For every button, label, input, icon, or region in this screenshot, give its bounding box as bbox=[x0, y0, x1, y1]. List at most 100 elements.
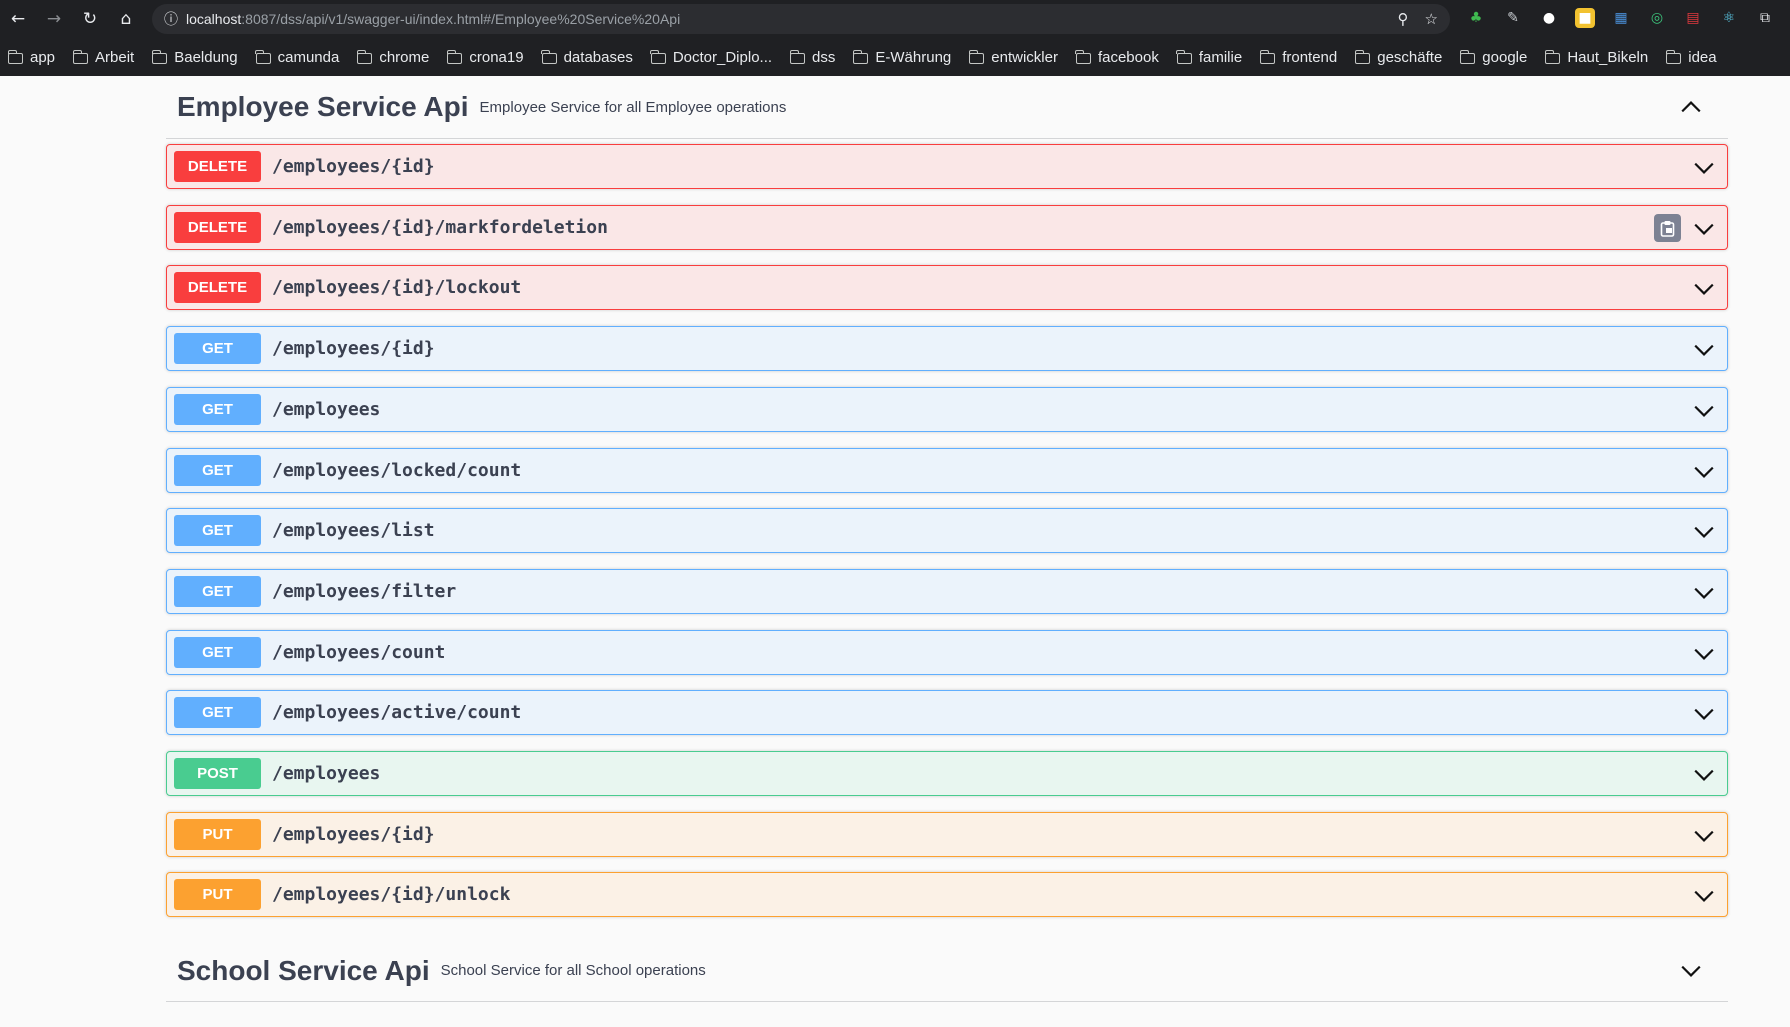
bookmark-folder[interactable]: crona19 bbox=[446, 49, 524, 66]
bookmark-folder[interactable]: E-Währung bbox=[852, 49, 951, 66]
bookmark-label: chrome bbox=[379, 48, 430, 66]
bookmark-label: Doctor_Diplo... bbox=[672, 48, 773, 66]
bookmark-star-icon[interactable]: ☆ bbox=[1425, 10, 1438, 28]
bookmark-folder[interactable]: facebook bbox=[1075, 48, 1159, 66]
operation-row[interactable]: DELETE/employees/{id} bbox=[166, 144, 1728, 189]
extension-leaf-icon[interactable]: ♣ bbox=[1466, 8, 1486, 28]
extension-red-icon[interactable]: ▤ bbox=[1683, 8, 1703, 28]
url-path: :8087/dss/api/v1/swagger-ui/index.html#/… bbox=[241, 11, 681, 27]
folder-icon bbox=[1075, 49, 1091, 64]
back-icon[interactable]: ← bbox=[0, 0, 36, 38]
expand-chevron-icon[interactable] bbox=[1693, 218, 1715, 240]
expand-chevron-icon[interactable] bbox=[1680, 960, 1702, 982]
bookmark-folder[interactable]: Arbeit bbox=[72, 49, 134, 66]
expand-chevron-icon[interactable] bbox=[1693, 703, 1715, 725]
reload-icon[interactable]: ↻ bbox=[72, 0, 108, 38]
folder-icon bbox=[1544, 49, 1561, 64]
bookmark-folder[interactable]: Baeldung bbox=[151, 48, 238, 66]
home-icon[interactable]: ⌂ bbox=[108, 0, 144, 38]
extension-target-icon[interactable]: ◎ bbox=[1647, 8, 1667, 28]
http-method-badge: GET bbox=[174, 637, 261, 668]
folder-icon bbox=[151, 49, 168, 64]
bookmark-folder[interactable]: Doctor_Diplo... bbox=[650, 48, 773, 66]
expand-chevron-icon[interactable] bbox=[1693, 885, 1715, 907]
endpoint-path: /employees/{id} bbox=[272, 156, 435, 177]
forward-icon[interactable]: → bbox=[36, 0, 72, 38]
extensions-puzzle-icon[interactable]: ⧉ bbox=[1755, 8, 1775, 28]
http-method-badge: GET bbox=[174, 576, 261, 607]
operation-row[interactable]: DELETE/employees/{id}/markfordeletion bbox=[166, 205, 1728, 250]
bookmark-folder[interactable]: familie bbox=[1176, 49, 1242, 66]
operation-row[interactable]: PUT/employees/{id} bbox=[166, 812, 1728, 857]
section-description: School Service for all School operations bbox=[440, 962, 706, 979]
bookmark-folder[interactable]: databases bbox=[541, 49, 633, 66]
http-method-badge: DELETE bbox=[174, 212, 261, 243]
expand-chevron-icon[interactable] bbox=[1693, 339, 1715, 361]
folder-icon bbox=[1176, 49, 1192, 64]
url-text[interactable]: localhost:8087/dss/api/v1/swagger-ui/ind… bbox=[186, 11, 680, 27]
bookmark-label: app bbox=[30, 48, 56, 66]
bookmark-folder[interactable]: geschäfte bbox=[1354, 49, 1442, 66]
operation-row[interactable]: GET/employees/{id} bbox=[166, 326, 1728, 371]
section-title: Employee Service Api bbox=[177, 91, 469, 122]
operation-row[interactable]: GET/employees/locked/count bbox=[166, 448, 1728, 493]
bookmark-folder[interactable]: app bbox=[7, 48, 56, 66]
bookmark-folder[interactable]: idea bbox=[1665, 49, 1717, 66]
bookmark-folder[interactable]: frontend bbox=[1259, 48, 1338, 66]
bookmark-label: Baeldung bbox=[174, 48, 238, 66]
operation-row[interactable]: GET/employees/count bbox=[166, 630, 1728, 675]
section-header[interactable]: School Service Api School Service for all… bbox=[166, 940, 1728, 1002]
swagger-page: Employee Service Api Employee Service for… bbox=[0, 76, 1790, 1027]
http-method-badge: DELETE bbox=[174, 151, 261, 182]
folder-icon bbox=[255, 49, 271, 64]
extension-grid-icon[interactable]: ▦ bbox=[1611, 8, 1631, 28]
endpoint-path: /employees/locked/count bbox=[272, 460, 522, 481]
copy-to-clipboard-button[interactable] bbox=[1654, 214, 1681, 242]
expand-chevron-icon[interactable] bbox=[1693, 278, 1715, 300]
zoom-icon[interactable]: ⚲ bbox=[1398, 10, 1409, 28]
operation-row[interactable]: GET/employees/active/count bbox=[166, 690, 1728, 735]
section-description: Employee Service for all Employee operat… bbox=[479, 98, 787, 116]
bookmark-label: dss bbox=[812, 48, 836, 66]
address-bar[interactable]: ⓘ localhost:8087/dss/api/v1/swagger-ui/i… bbox=[152, 4, 1450, 34]
expand-chevron-icon[interactable] bbox=[1693, 643, 1715, 665]
expand-chevron-icon[interactable] bbox=[1693, 400, 1715, 422]
folder-icon bbox=[852, 49, 869, 64]
folder-icon bbox=[650, 49, 666, 64]
operation-row[interactable]: GET/employees bbox=[166, 387, 1728, 432]
operation-row[interactable]: GET/employees/list bbox=[166, 508, 1728, 553]
extension-circle-icon[interactable]: ● bbox=[1539, 8, 1559, 28]
endpoint-path: /employees/{id}/markfordeletion bbox=[272, 217, 608, 238]
http-method-badge: GET bbox=[174, 394, 261, 425]
operation-row[interactable]: POST/employees bbox=[166, 751, 1728, 796]
bookmark-folder[interactable]: camunda bbox=[255, 49, 339, 66]
extension-pen-icon[interactable]: ✎ bbox=[1503, 8, 1523, 28]
expand-chevron-icon[interactable] bbox=[1693, 582, 1715, 604]
site-info-icon[interactable]: ⓘ bbox=[156, 9, 186, 29]
expand-chevron-icon[interactable] bbox=[1693, 157, 1715, 179]
expand-chevron-icon[interactable] bbox=[1693, 461, 1715, 483]
folder-icon bbox=[72, 49, 89, 64]
extension-react-icon[interactable]: ⚛ bbox=[1719, 8, 1739, 28]
bookmark-folder[interactable]: google bbox=[1459, 49, 1527, 66]
expand-chevron-icon[interactable] bbox=[1693, 764, 1715, 786]
operation-row[interactable]: DELETE/employees/{id}/lockout bbox=[166, 265, 1728, 310]
extension-note-icon[interactable]: ■ bbox=[1575, 8, 1595, 28]
section-header[interactable]: Employee Service Api Employee Service for… bbox=[166, 76, 1728, 139]
bookmark-folder[interactable]: Haut_Bikeln bbox=[1544, 49, 1648, 66]
expand-chevron-icon[interactable] bbox=[1693, 825, 1715, 847]
operation-row[interactable]: GET/employees/filter bbox=[166, 569, 1728, 614]
endpoint-path: /employees/active/count bbox=[272, 702, 522, 723]
bookmark-label: frontend bbox=[1282, 48, 1338, 66]
http-method-badge: GET bbox=[174, 697, 261, 728]
collapse-chevron-icon[interactable] bbox=[1680, 96, 1702, 118]
expand-chevron-icon[interactable] bbox=[1693, 521, 1715, 543]
bookmark-folder[interactable]: entwickler bbox=[968, 49, 1058, 66]
operation-row[interactable]: PUT/employees/{id}/unlock bbox=[166, 872, 1728, 917]
http-method-badge: GET bbox=[174, 515, 261, 546]
bookmark-folder[interactable]: chrome bbox=[356, 48, 430, 66]
folder-icon bbox=[446, 49, 463, 64]
bookmark-label: facebook bbox=[1097, 48, 1159, 66]
http-method-badge: POST bbox=[174, 758, 261, 789]
bookmark-folder[interactable]: dss bbox=[789, 48, 836, 66]
